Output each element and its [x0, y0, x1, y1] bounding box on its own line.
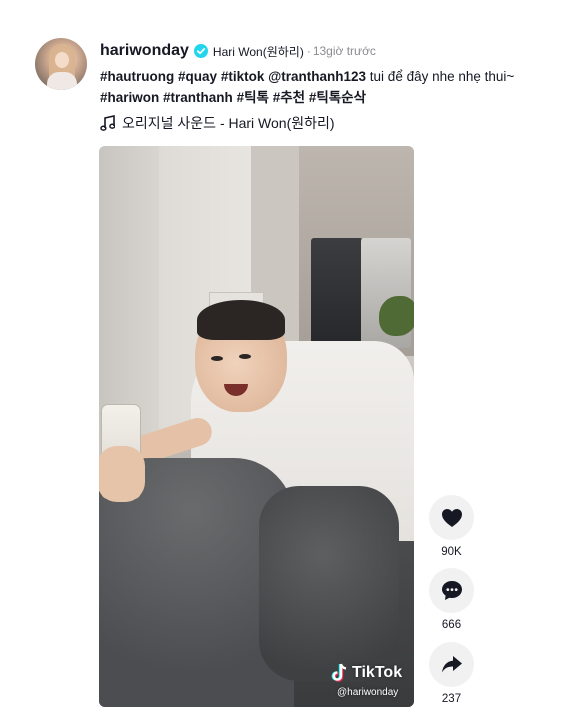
- tiktok-post: hariwonday Hari Won(원하리) · 13giờ trước #…: [0, 0, 570, 723]
- post-header: hariwonday Hari Won(원하리) · 13giờ trước: [100, 42, 376, 60]
- caption-line-2: #hariwon #tranthanh #틱톡 #추천 #틱톡순삭: [100, 87, 550, 108]
- avatar[interactable]: [35, 38, 87, 90]
- share-action: 237: [429, 642, 474, 705]
- caption: #hautruong #quay #tiktok @tranthanh123 t…: [100, 66, 550, 108]
- sound-title: 오리지널 사운드 - Hari Won(원하리): [122, 115, 335, 131]
- hashtag[interactable]: #tranthanh: [163, 90, 233, 105]
- music-note-icon: [100, 115, 115, 131]
- like-action: 90K: [429, 495, 474, 558]
- like-count: 90K: [441, 546, 462, 558]
- nickname: Hari Won(원하리): [212, 44, 304, 59]
- video-person: [239, 354, 251, 359]
- watermark-handle: @hariwonday: [337, 687, 399, 698]
- comment-count: 666: [441, 619, 462, 631]
- share-button[interactable]: [429, 642, 474, 687]
- video-scene: [379, 296, 414, 336]
- verified-badge-icon: [193, 44, 208, 58]
- hashtag[interactable]: #quay: [178, 69, 217, 84]
- caption-text: tui để đây nhe nhẹ thui~: [369, 69, 515, 84]
- hashtag[interactable]: #틱톡순삭: [309, 90, 366, 105]
- hashtag[interactable]: #tiktok: [221, 69, 265, 84]
- heart-icon: [441, 508, 462, 527]
- hashtag[interactable]: #틱톡: [237, 90, 269, 105]
- video-scene: [259, 486, 399, 681]
- tiktok-logo-icon: [331, 663, 347, 682]
- video-scene: [311, 238, 363, 348]
- hashtag[interactable]: #hautruong: [100, 69, 174, 84]
- comment-action: 666: [429, 568, 474, 631]
- time-separator: ·: [306, 44, 311, 58]
- hashtag[interactable]: #추천: [273, 90, 305, 105]
- tiktok-watermark: TikTok: [331, 663, 402, 683]
- comment-icon: [441, 581, 462, 600]
- video-person: [211, 356, 223, 361]
- caption-line-1: #hautruong #quay #tiktok @tranthanh123 t…: [100, 66, 550, 87]
- video-person: [197, 300, 285, 340]
- mention[interactable]: @tranthanh123: [268, 69, 366, 84]
- avatar-face: [55, 52, 69, 68]
- sound-link[interactable]: 오리지널 사운드 - Hari Won(원하리): [100, 113, 335, 133]
- share-count: 237: [441, 693, 462, 705]
- like-button[interactable]: [429, 495, 474, 540]
- hashtag[interactable]: #hariwon: [100, 90, 159, 105]
- video-person: [99, 446, 145, 502]
- watermark-brand: TikTok: [352, 664, 403, 681]
- username[interactable]: hariwonday: [100, 42, 189, 60]
- post-time: 13giờ trước: [312, 44, 376, 58]
- video-player[interactable]: TikTok @hariwonday: [99, 146, 414, 707]
- avatar-body: [47, 72, 77, 90]
- comment-button[interactable]: [429, 568, 474, 613]
- share-icon: [441, 656, 462, 673]
